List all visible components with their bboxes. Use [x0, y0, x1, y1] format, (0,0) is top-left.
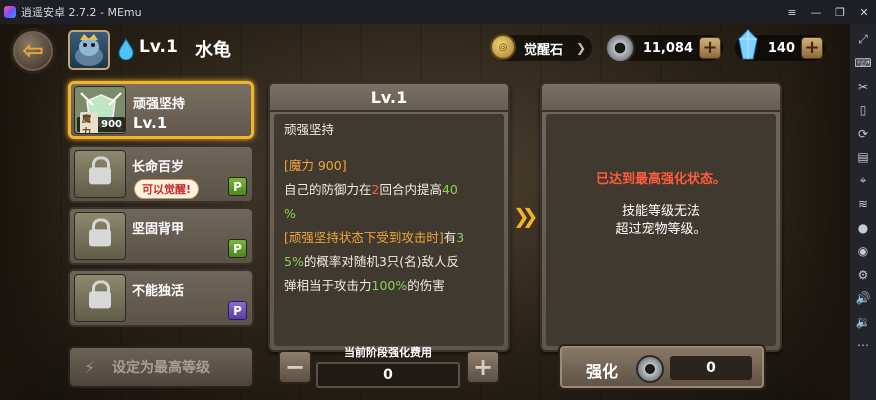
- enhance-result-panel: 已达到最高强化状态。 技能等级无法 超过宠物等级。: [540, 82, 782, 352]
- awaken-stone-label: 觉醒石: [524, 42, 564, 58]
- detail-level: Lv.1: [270, 84, 508, 112]
- fullscreen-icon[interactable]: ⤢: [852, 28, 874, 52]
- pet-level: Lv.1: [139, 37, 178, 57]
- skill-icon-2: [74, 212, 126, 260]
- skill-card-1[interactable]: 长命百岁 可以觉醒! P: [68, 145, 254, 203]
- skill-card-2[interactable]: 坚固背甲 P: [68, 207, 254, 265]
- phone-icon[interactable]: ▯: [852, 99, 874, 123]
- detail-line-3: [顽强坚持状态下受到攻击时]有3: [284, 230, 465, 245]
- detail-line-4: 5%的概率对随机3只(名)敌人反: [284, 254, 460, 269]
- enhance-button[interactable]: 强化 0: [558, 344, 766, 390]
- awaken-stone-button[interactable]: ◎ 觉醒石 ❯: [490, 34, 592, 61]
- restore-icon[interactable]: ❐: [828, 0, 852, 24]
- pet-name: 水龟: [195, 40, 231, 61]
- emulator-side-toolbar: ⤢ ⌨ ✂ ▯ ⟳ ▤ ⌖ ≋ ● ◉ ⚙ 🔊 🔉 ⋯: [850, 24, 876, 400]
- left-curtain: [0, 24, 60, 400]
- skill-icon-3: [74, 274, 126, 322]
- cost-value: 0: [316, 362, 460, 388]
- passive-badge: P: [228, 239, 247, 258]
- detail-line-1: 自己的防御力在2回合内提高40: [284, 182, 458, 197]
- gem-currency: 140 +: [735, 29, 825, 61]
- gear-currency: 11,084 +: [605, 33, 723, 63]
- back-button[interactable]: ⇦: [10, 28, 56, 74]
- skill-name-2: 坚固背甲: [132, 222, 185, 237]
- skill-icon-1: [74, 150, 126, 198]
- cost-label: 当前阶段强化费用: [344, 346, 432, 359]
- skill-name-3: 不能独活: [132, 284, 185, 299]
- result-header: [542, 84, 780, 112]
- lock-icon: [89, 218, 111, 250]
- blue-gem-icon: [738, 29, 758, 60]
- record-icon[interactable]: ●: [852, 216, 874, 240]
- level-limit-line-1: 技能等级无法: [621, 204, 700, 219]
- add-gem-button[interactable]: +: [801, 37, 823, 59]
- lock-icon: [89, 280, 111, 312]
- increase-button[interactable]: +: [466, 350, 500, 384]
- add-gear-button[interactable]: +: [699, 37, 721, 59]
- awaken-tip: 可以觉醒!: [134, 179, 200, 199]
- decrease-button[interactable]: −: [278, 350, 312, 384]
- gear-coin-icon: [605, 33, 635, 63]
- location-icon[interactable]: ⌖: [852, 169, 874, 193]
- passive-badge: P: [228, 177, 247, 196]
- detail-skill-name: 顽强坚持: [284, 122, 335, 137]
- menu-icon[interactable]: ≡: [780, 0, 804, 24]
- volume-down-icon[interactable]: 🔉: [852, 310, 874, 334]
- rotate-icon[interactable]: ⟳: [852, 122, 874, 146]
- mana-badge: 魔力 900: [77, 111, 125, 133]
- apk-icon[interactable]: ▤: [852, 146, 874, 170]
- chevron-right-icon: ❯: [575, 41, 586, 55]
- gear-coin-icon: [636, 355, 664, 383]
- keyboard-icon[interactable]: ⌨: [852, 52, 874, 76]
- enhance-label: 强化: [586, 362, 619, 381]
- detail-body: 顽强坚持 [魔力 900] 自己的防御力在2回合内提高40 % [顽强坚持状态下…: [274, 114, 504, 346]
- skill-icon-0: 魔力 900: [74, 86, 126, 134]
- result-body: 已达到最高强化状态。 技能等级无法 超过宠物等级。: [546, 114, 776, 346]
- set-max-level-button[interactable]: ⚡ 设定为最高等级: [68, 346, 254, 388]
- volume-up-icon[interactable]: 🔊: [852, 287, 874, 311]
- close-icon[interactable]: ✕: [852, 0, 876, 24]
- lock-icon: [89, 156, 111, 188]
- right-curtain: [788, 24, 850, 400]
- camera-icon[interactable]: ◉: [852, 240, 874, 264]
- enhance-cost: 0: [670, 356, 752, 380]
- skill-name-0: 顽强坚持: [133, 97, 186, 112]
- gear-count: 11,084: [642, 40, 693, 56]
- water-element-icon: [118, 38, 134, 60]
- awaken-stone-icon: ◎: [490, 34, 516, 60]
- pet-portrait: [68, 30, 110, 70]
- lightning-icon: ⚡: [84, 357, 96, 377]
- enhance-cost-stepper: − 当前阶段强化费用 0 +: [270, 342, 506, 392]
- minimize-icon[interactable]: —: [804, 0, 828, 24]
- level-limit-line-2: 超过宠物等级。: [615, 222, 707, 237]
- screenshot-icon[interactable]: ✂: [852, 75, 874, 99]
- chevron-right-icon: ❯❯: [513, 204, 538, 228]
- detail-mana: [魔力 900]: [284, 158, 347, 173]
- turtle-pet-icon: [75, 34, 103, 66]
- window-controls: ≡ — ❐ ✕: [780, 0, 876, 24]
- game-screen: ⇦ Lv.1 水龟 ◎ 觉醒石 ❯ 11,084 + 140 + 魔力 900 …: [0, 24, 850, 400]
- skill-card-3[interactable]: 不能独活 P: [68, 269, 254, 327]
- passive-badge: P: [228, 301, 247, 320]
- window-titlebar: 逍遥安卓 2.7.2 - MEmu ≡ — ❐ ✕: [0, 0, 876, 24]
- memu-logo-icon: [4, 6, 16, 18]
- skill-detail-panel: Lv.1 顽强坚持 [魔力 900] 自己的防御力在2回合内提高40 % [顽强…: [268, 82, 510, 352]
- skill-card-0[interactable]: 魔力 900 顽强坚持 Lv.1: [68, 81, 254, 139]
- detail-line-5: 弹相当于攻击力100%的伤害: [284, 278, 445, 293]
- more-icon[interactable]: ⋯: [852, 334, 874, 358]
- gem-count: 140: [767, 40, 795, 56]
- max-level-message: 已达到最高强化状态。: [595, 172, 726, 187]
- skill-level-0: Lv.1: [133, 114, 168, 132]
- detail-line-2: %: [284, 206, 296, 221]
- skill-name-1: 长命百岁: [132, 160, 185, 175]
- shake-icon[interactable]: ≋: [852, 193, 874, 217]
- back-arrow-icon: ⇦: [22, 36, 44, 66]
- window-title: 逍遥安卓 2.7.2 - MEmu: [21, 6, 142, 19]
- settings-icon[interactable]: ⚙: [852, 263, 874, 287]
